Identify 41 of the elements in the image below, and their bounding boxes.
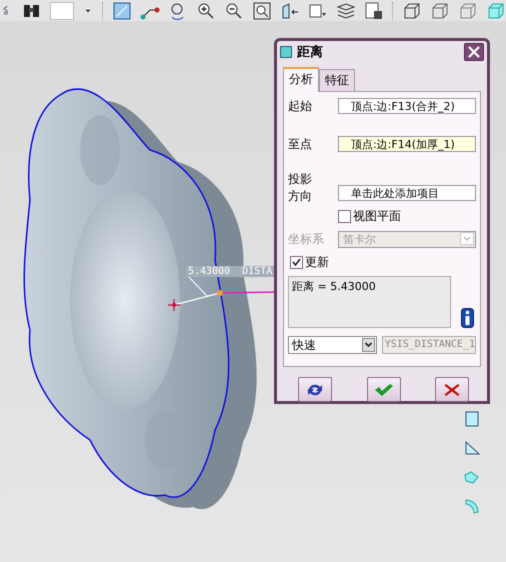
no-hidden-icon[interactable] [458,0,478,20]
info-icon[interactable] [461,308,474,328]
direction-field[interactable]: 单击此处添加项目 [338,185,476,201]
reference-field[interactable]: 顶点:边:F14(加厚_1) [338,136,476,152]
leader-line [188,276,208,298]
measure-line [174,292,220,306]
zoom-in-icon[interactable] [196,0,216,20]
mode-dropdown[interactable]: 快速 [288,336,377,354]
cancel-button[interactable] [435,377,469,402]
hidden-line-icon[interactable] [430,0,450,20]
reference-field[interactable]: 顶点:边:F13(合并_2) [338,98,476,114]
tab[interactable]: 分析 [283,67,319,92]
zoom-fit-icon[interactable] [252,0,272,20]
field-label: 至点 [288,136,313,153]
check-icon [292,258,301,267]
dimension-label: 5.43000 DISTA [186,266,274,277]
caret-icon [362,338,375,352]
wireframe-icon[interactable] [402,0,422,20]
zoom-out-icon[interactable] [224,0,244,20]
ok-button[interactable] [366,377,400,402]
field-label: 起始 [288,98,313,115]
repeat-button[interactable] [298,377,332,402]
field-label: 方向 [288,188,313,205]
sketch-icon[interactable] [112,0,132,20]
update-checkbox[interactable]: 更新 [290,254,329,271]
close-button[interactable] [464,43,484,61]
refresh-icon [306,382,324,396]
start-point-icon [167,298,181,312]
check-icon [374,382,394,396]
field-label: 投影 [288,171,313,188]
caret-icon [460,232,474,245]
view-plane-checkbox[interactable]: 视图平面 [338,208,401,225]
tab[interactable]: 特征 [319,69,355,91]
selection-filter-field[interactable] [50,2,74,20]
field-label: 坐标系 [288,231,325,248]
result-text: 距离 = 5.43000 [288,276,451,328]
end-point-icon [217,290,223,296]
layers-icon[interactable] [336,0,356,20]
close-icon [444,382,460,396]
window-icon [280,46,292,58]
window-title: 距离 [297,44,324,61]
